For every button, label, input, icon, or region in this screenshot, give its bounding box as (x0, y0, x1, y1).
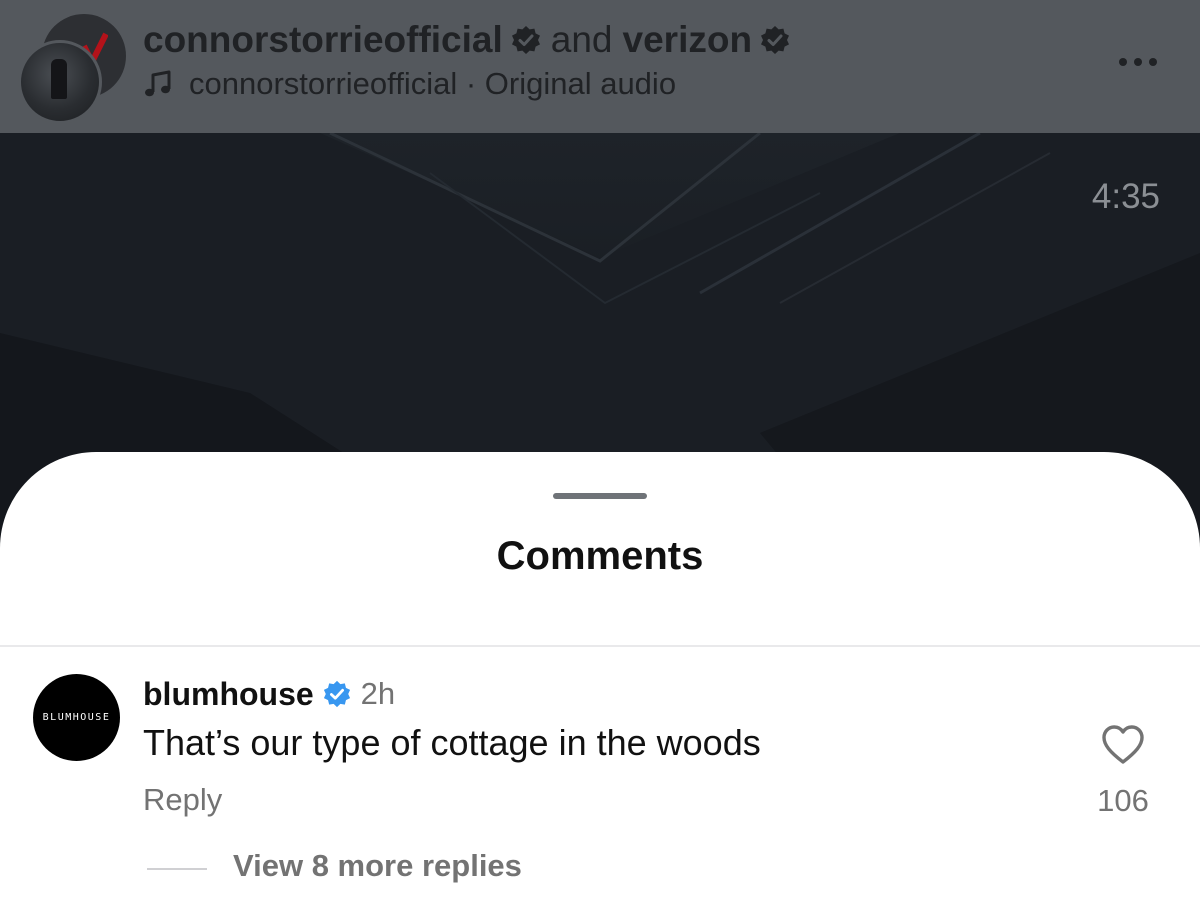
comment-username[interactable]: blumhouse (143, 676, 314, 713)
heart-icon[interactable] (1100, 723, 1146, 767)
collab-avatars[interactable] (18, 14, 128, 124)
comment-body: That’s our type of cottage in the woods (143, 722, 761, 763)
verified-badge-icon (511, 26, 540, 54)
music-note-icon (145, 70, 171, 97)
comment-avatar[interactable]: BLUMHOUSE (33, 674, 120, 761)
collab-authors: connorstorrieofficial and verizon (143, 18, 800, 62)
replies-connector-line (147, 868, 207, 870)
reel-header: connorstorrieofficial and verizon connor… (0, 0, 1200, 133)
video-time-remaining: 4:35 (1091, 177, 1160, 216)
author-primary[interactable]: connorstorrieofficial (143, 19, 503, 61)
comment-header: blumhouse 2h (143, 671, 395, 717)
comment-item: BLUMHOUSE blumhouse 2h That’s our type o… (0, 647, 1200, 924)
reply-button[interactable]: Reply (143, 782, 222, 818)
sheet-drag-handle[interactable] (553, 493, 647, 499)
like-count: 106 (1097, 783, 1149, 818)
comments-sheet: Comments BLUMHOUSE blumhouse 2h That’s o… (0, 452, 1200, 924)
view-replies-button[interactable]: View 8 more replies (233, 848, 522, 884)
connorstorrie-avatar[interactable] (18, 40, 102, 124)
verified-badge-icon (323, 680, 350, 708)
more-options-icon[interactable] (1112, 48, 1164, 76)
author-secondary[interactable]: verizon (623, 19, 753, 61)
blumhouse-logo: BLUMHOUSE (42, 712, 111, 723)
avatar-figure (51, 59, 67, 99)
author-joiner: and (550, 19, 613, 60)
comment-timestamp: 2h (360, 676, 396, 711)
sheet-title: Comments (496, 534, 704, 578)
audio-label: connorstorrieofficial · Original audio (189, 66, 677, 101)
audio-attribution[interactable]: connorstorrieofficial · Original audio (143, 64, 676, 104)
reel-comments-screen: connorstorrieofficial and verizon connor… (0, 0, 1200, 924)
verified-badge-icon (761, 26, 790, 54)
